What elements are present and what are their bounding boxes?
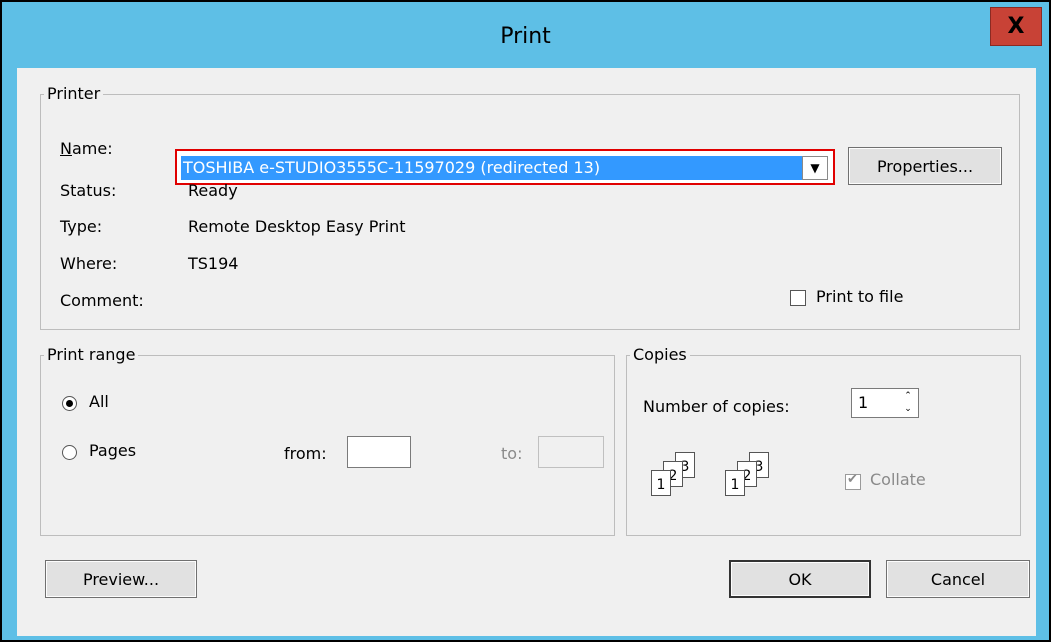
name-label-text: ame: — [71, 139, 113, 158]
collate-pages-icon-2: 3 2 1 — [725, 452, 785, 512]
preview-button[interactable]: Preview... — [45, 560, 197, 598]
from-label: from: — [284, 444, 327, 463]
chevron-down-icon[interactable]: ▼ — [802, 156, 828, 180]
printer-name-value: TOSHIBA e-STUDIO3555C-11597029 (redirect… — [181, 156, 805, 180]
to-label: to: — [501, 444, 523, 463]
where-label: Where: — [60, 254, 118, 273]
page-1-icon: 1 — [651, 470, 671, 496]
spin-buttons: ⌃ ⌄ — [899, 390, 917, 416]
copies-value[interactable]: 1 — [858, 393, 868, 412]
type-label: Type: — [60, 217, 103, 236]
all-radio[interactable] — [62, 396, 77, 411]
type-value: Remote Desktop Easy Print — [188, 217, 406, 236]
copies-spinner[interactable]: 1 ⌃ ⌄ — [851, 388, 919, 418]
pages-radio[interactable] — [62, 445, 77, 460]
print-range-group: Print range All Pages from: to: — [40, 345, 615, 536]
collate-pages-icon-1: 3 2 1 — [651, 452, 711, 512]
dialog-title: Print — [500, 24, 551, 49]
spin-up-icon[interactable]: ⌃ — [899, 390, 917, 403]
all-radio-label[interactable]: All — [89, 392, 109, 411]
number-of-copies-label: Number of copies: — [643, 397, 790, 416]
preview-button-label: Preview... — [82, 569, 160, 589]
printer-group-legend: Printer — [44, 84, 104, 103]
name-label: Name: — [60, 139, 113, 158]
print-range-legend: Print range — [44, 345, 139, 364]
printer-name-combo[interactable]: TOSHIBA e-STUDIO3555C-11597029 (redirect… — [175, 149, 835, 185]
status-label: Status: — [60, 181, 117, 200]
copies-group: Copies Number of copies: 3 2 1 3 2 1 ✔ C… — [626, 345, 1021, 536]
collate-label[interactable]: Collate — [870, 470, 926, 489]
collate-checkbox[interactable]: ✔ — [845, 472, 861, 490]
ok-button-label: OK — [788, 569, 812, 589]
print-to-file-label[interactable]: Print to file — [816, 287, 903, 306]
print-to-file-checkbox[interactable] — [790, 290, 806, 306]
close-button[interactable]: X — [990, 7, 1042, 46]
spin-down-icon[interactable]: ⌄ — [899, 403, 917, 416]
properties-button[interactable]: Properties... — [848, 147, 1002, 185]
page-1-icon: 1 — [725, 470, 745, 496]
print-dialog: Print X Printer Name: TOSHIBA e-STUDIO35… — [0, 0, 1051, 642]
dialog-body: Printer Name: TOSHIBA e-STUDIO3555C-1159… — [17, 68, 1036, 636]
from-input[interactable] — [347, 436, 411, 468]
to-input[interactable] — [538, 436, 604, 468]
copies-legend: Copies — [630, 345, 690, 364]
cancel-button-label: Cancel — [930, 569, 986, 589]
pages-radio-label[interactable]: Pages — [89, 441, 136, 460]
status-value: Ready — [188, 181, 238, 200]
properties-button-label: Properties... — [876, 156, 974, 176]
printer-group: Printer Name: TOSHIBA e-STUDIO3555C-1159… — [40, 84, 1020, 330]
where-value: TS194 — [188, 254, 239, 273]
checkmark-icon: ✔ — [847, 472, 858, 487]
ok-button[interactable]: OK — [729, 560, 871, 598]
comment-label: Comment: — [60, 291, 144, 310]
cancel-button[interactable]: Cancel — [886, 560, 1030, 598]
